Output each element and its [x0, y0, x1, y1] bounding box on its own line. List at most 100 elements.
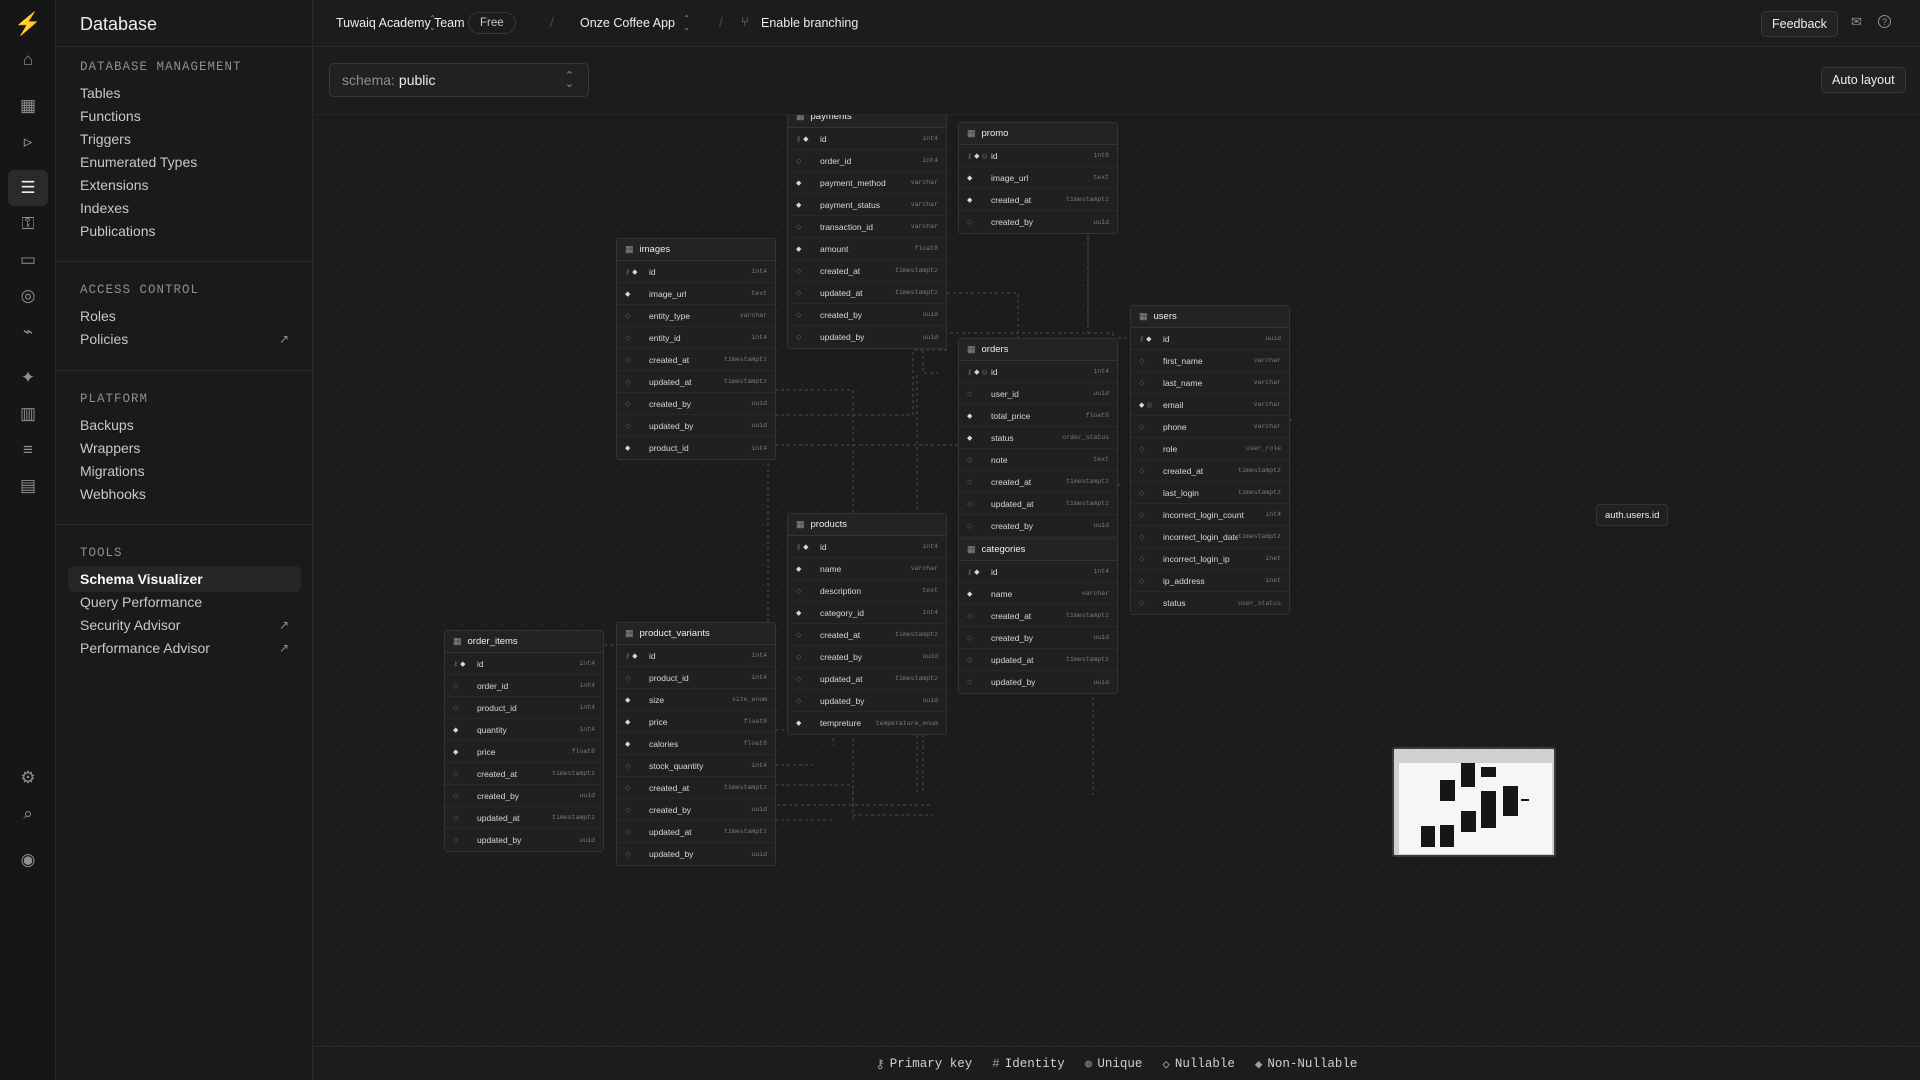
table-column[interactable]: ◇ created_by uuid: [788, 304, 946, 326]
reports-icon[interactable]: ▥: [8, 396, 48, 432]
table-column[interactable]: ◇ created_at timestamptz: [788, 624, 946, 646]
sidebar-item-policies[interactable]: Policies ↗: [68, 326, 301, 352]
account-icon[interactable]: ◉: [8, 842, 48, 878]
org-switcher-icon[interactable]: ⌃⌄: [428, 14, 437, 32]
table-column[interactable]: ◇ entity_type varchar: [617, 305, 775, 327]
table-column[interactable]: ◇ created_by uuid: [788, 646, 946, 668]
inbox-icon[interactable]: ✉: [1851, 14, 1862, 30]
table-column[interactable]: ◇ created_at timestamptz: [617, 349, 775, 371]
advisors-icon[interactable]: ✦: [8, 360, 48, 396]
table-column[interactable]: ◆ status order_status: [959, 427, 1117, 449]
table-column[interactable]: ◇ created_by uuid: [445, 785, 603, 807]
table-node-users[interactable]: ▦ users ⚷ ◆ id uuid ◇ first_name varchar ◇ last_n…: [1130, 305, 1290, 615]
table-column[interactable]: ◇ created_at timestamptz: [959, 471, 1117, 493]
table-node-order-items[interactable]: ▦ order_items ⚷ ◆ id int4 ◇ order_id int4 ◇ produ…: [444, 630, 604, 852]
table-column[interactable]: ◆ price float8: [445, 741, 603, 763]
table-column[interactable]: ◇ updated_at timestamptz: [959, 649, 1117, 671]
sidebar-item-webhooks[interactable]: Webhooks: [68, 481, 301, 507]
table-column[interactable]: ⚷ ◆ id int4: [617, 261, 775, 283]
table-column[interactable]: ◇ incorrect_login_ip inet: [1131, 548, 1289, 570]
table-column[interactable]: ◇ ip_address inet: [1131, 570, 1289, 592]
settings-icon[interactable]: ⚙: [8, 760, 48, 796]
edge-functions-icon[interactable]: ⌁: [8, 314, 48, 350]
table-column[interactable]: ◇ created_at timestamptz: [959, 605, 1117, 627]
table-column[interactable]: ◇ updated_by uuid: [788, 326, 946, 348]
table-column[interactable]: ◇ last_login timestamptz: [1131, 482, 1289, 504]
auto-layout-button[interactable]: Auto layout: [1821, 67, 1906, 93]
table-node-categories[interactable]: ▦ categories ⚷ ◆ id int4 ◆ name varchar ◇ created…: [958, 538, 1118, 694]
search-icon[interactable]: ⌕: [8, 796, 48, 832]
table-column[interactable]: ⚷ ◆ id uuid: [1131, 328, 1289, 350]
table-column[interactable]: ◆ amount float8: [788, 238, 946, 260]
table-node-payments[interactable]: ▦ payments ⚷ ◆ id int4 ◇ order_id int4 ◆ payment_…: [787, 115, 947, 349]
table-column[interactable]: ◆ ◎ email varchar: [1131, 394, 1289, 416]
database-icon[interactable]: ☰: [8, 170, 48, 206]
table-column[interactable]: ◇ updated_at timestamptz: [617, 821, 775, 843]
org-name[interactable]: Tuwaiq Academy Team: [336, 16, 465, 30]
table-column[interactable]: ◇ role user_role: [1131, 438, 1289, 460]
table-column[interactable]: ◇ created_by uuid: [959, 515, 1117, 537]
table-column[interactable]: ◇ updated_at timestamptz: [445, 807, 603, 829]
table-column[interactable]: ⚷ ◆ id int4: [617, 645, 775, 667]
table-column[interactable]: ◇ updated_by uuid: [788, 690, 946, 712]
table-column[interactable]: ◆ total_price float8: [959, 405, 1117, 427]
project-switcher-icon[interactable]: ⌃⌄: [682, 14, 691, 32]
auth-icon[interactable]: ⚿: [8, 206, 48, 242]
table-column[interactable]: ◇ order_id int4: [788, 150, 946, 172]
table-column[interactable]: ◆ tempreture temperature_enum: [788, 712, 946, 734]
table-column[interactable]: ◇ updated_at timestamptz: [617, 371, 775, 393]
table-column[interactable]: ◇ entity_id int4: [617, 327, 775, 349]
table-column[interactable]: ◇ updated_at timestamptz: [788, 668, 946, 690]
home-icon[interactable]: ⌂: [8, 42, 48, 78]
realtime-icon[interactable]: ◎: [8, 278, 48, 314]
table-column[interactable]: ◇ created_at timestamptz: [788, 260, 946, 282]
sidebar-item-performance-advisor[interactable]: Performance Advisor ↗: [68, 635, 301, 661]
project-name[interactable]: Onze Coffee App: [580, 16, 675, 30]
table-column[interactable]: ◇ incorrect_login_count int4: [1131, 504, 1289, 526]
table-column[interactable]: ◇ description text: [788, 580, 946, 602]
schema-select[interactable]: schema: public ⌃ ⌄: [329, 63, 589, 97]
table-node-orders[interactable]: ▦ orders ⚷ ◆ ◎ id int4 ◇ user_id uuid ◆ total_pri…: [958, 338, 1118, 560]
table-column[interactable]: ◇ updated_by uuid: [445, 829, 603, 851]
table-column[interactable]: ◇ product_id int4: [617, 667, 775, 689]
table-column[interactable]: ◇ updated_at timestamptz: [959, 493, 1117, 515]
feedback-button[interactable]: Feedback: [1761, 11, 1838, 37]
table-column[interactable]: ◇ updated_by uuid: [617, 415, 775, 437]
table-node-images[interactable]: ▦ images ⚷ ◆ id int4 ◆ image_url text ◇ entity_ty…: [616, 238, 776, 460]
table-column[interactable]: ◆ image_url text: [959, 167, 1117, 189]
table-column[interactable]: ◇ status user_status: [1131, 592, 1289, 614]
storage-icon[interactable]: ▭: [8, 242, 48, 278]
table-column[interactable]: ◇ updated_at timestamptz: [788, 282, 946, 304]
table-column[interactable]: ◆ image_url text: [617, 283, 775, 305]
table-column[interactable]: ⚷ ◆ ◎ id int4: [959, 361, 1117, 383]
table-editor-icon[interactable]: ▦: [8, 88, 48, 124]
table-column[interactable]: ◇ phone varchar: [1131, 416, 1289, 438]
table-column[interactable]: ◇ last_name varchar: [1131, 372, 1289, 394]
schema-canvas[interactable]: ▦ payments ⚷ ◆ id int4 ◇ order_id int4 ◆ payment_…: [313, 115, 1920, 1046]
table-column[interactable]: ◆ name varchar: [959, 583, 1117, 605]
table-column[interactable]: ◆ product_id int4: [617, 437, 775, 459]
table-column[interactable]: ◆ category_id int4: [788, 602, 946, 624]
table-column[interactable]: ⚷ ◆ id int4: [788, 128, 946, 150]
table-column[interactable]: ◆ payment_method varchar: [788, 172, 946, 194]
table-column[interactable]: ◆ quantity int4: [445, 719, 603, 741]
table-column[interactable]: ⚷ ◆ id int4: [788, 536, 946, 558]
table-node-promo[interactable]: ▦ promo ⚷ ◆ ◎ id int8 ◆ image_url text ◆ created_…: [958, 122, 1118, 234]
table-node-products[interactable]: ▦ products ⚷ ◆ id int4 ◆ name varchar ◇ descripti…: [787, 513, 947, 735]
table-column[interactable]: ◆ payment_status varchar: [788, 194, 946, 216]
table-column[interactable]: ◇ note text: [959, 449, 1117, 471]
logs-icon[interactable]: ≡: [8, 432, 48, 468]
api-docs-icon[interactable]: ▤: [8, 468, 48, 504]
table-column[interactable]: ◇ user_id uuid: [959, 383, 1117, 405]
table-column[interactable]: ◇ incorrect_login_date timestamptz: [1131, 526, 1289, 548]
table-column[interactable]: ◇ order_id int4: [445, 675, 603, 697]
enable-branching-button[interactable]: Enable branching: [761, 16, 858, 30]
table-column[interactable]: ◇ created_by uuid: [617, 799, 775, 821]
table-column[interactable]: ◆ name varchar: [788, 558, 946, 580]
table-column[interactable]: ⚷ ◆ id int4: [959, 561, 1117, 583]
auth-users-reference[interactable]: auth.users.id: [1596, 504, 1669, 526]
table-column[interactable]: ⚷ ◆ ◎ id int8: [959, 145, 1117, 167]
table-column[interactable]: ◇ created_by uuid: [959, 211, 1117, 233]
help-icon[interactable]: ?: [1878, 15, 1891, 28]
table-column[interactable]: ◇ updated_by uuid: [959, 671, 1117, 693]
